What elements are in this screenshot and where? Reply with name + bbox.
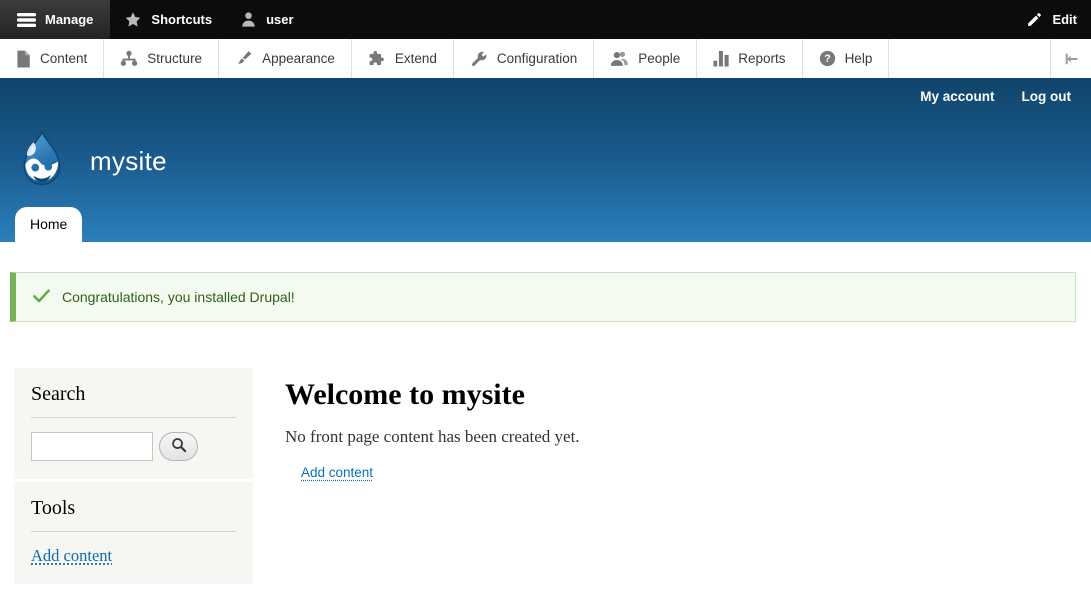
checkmark-icon — [33, 289, 50, 306]
toolbar-item-appearance[interactable]: Appearance — [219, 39, 352, 78]
toolbar-item-label: Structure — [147, 51, 202, 66]
toolbar-item-extend[interactable]: Extend — [352, 39, 454, 78]
content-icon — [16, 50, 31, 68]
wrench-icon — [470, 50, 488, 67]
magnifier-icon — [171, 437, 187, 456]
admin-toolbar-bar: Manage Shortcuts user Edit — [0, 0, 1091, 39]
admin-item-label: Shortcuts — [151, 12, 212, 27]
tools-add-content-link[interactable]: Add content — [31, 546, 112, 565]
toolbar-item-label: Content — [40, 51, 87, 66]
star-icon — [124, 11, 142, 28]
structure-icon — [120, 50, 138, 67]
admin-item-edit[interactable]: Edit — [1012, 0, 1091, 39]
search-input[interactable] — [31, 432, 153, 461]
toolbar-item-structure[interactable]: Structure — [104, 39, 219, 78]
add-content-link[interactable]: Add content — [301, 465, 373, 480]
toolbar-item-label: People — [638, 51, 680, 66]
admin-item-label: Manage — [45, 12, 93, 27]
user-icon — [240, 11, 257, 28]
tools-block: Tools Add content — [14, 482, 253, 584]
toolbar-orientation-toggle[interactable] — [1050, 39, 1091, 78]
search-block: Search — [14, 368, 253, 479]
toolbar-item-content[interactable]: Content — [0, 39, 104, 78]
block-divider — [31, 531, 236, 532]
tools-block-title: Tools — [31, 495, 236, 520]
toolbar-item-label: Configuration — [497, 51, 577, 66]
admin-item-label: Edit — [1052, 12, 1077, 27]
site-header: My account Log out mysite — [0, 78, 1091, 242]
people-icon — [610, 50, 629, 67]
main-content: Welcome to mysite No front page content … — [285, 368, 1015, 482]
page-title: Welcome to mysite — [285, 378, 1015, 412]
collapse-left-icon — [1062, 51, 1080, 67]
help-icon: ? — [819, 50, 836, 67]
tray-spacer — [889, 39, 1050, 78]
block-divider — [31, 417, 236, 418]
admin-item-user[interactable]: user — [226, 0, 307, 39]
toolbar-item-label: Help — [845, 51, 873, 66]
action-links: Add content — [301, 464, 1015, 482]
bar-chart-icon — [713, 50, 729, 67]
toolbar-item-label: Appearance — [262, 51, 335, 66]
search-block-title: Search — [31, 381, 236, 406]
admin-item-label: user — [266, 12, 293, 27]
toolbar-item-help[interactable]: ? Help — [803, 39, 890, 78]
search-button[interactable] — [159, 432, 198, 461]
toolbar-item-configuration[interactable]: Configuration — [454, 39, 594, 78]
admin-toolbar-tray: Content Structure Appearance Extend Conf… — [0, 39, 1091, 78]
toolbar-item-label: Reports — [738, 51, 785, 66]
empty-frontpage-text: No front page content has been created y… — [285, 427, 1015, 447]
search-form — [31, 432, 236, 461]
puzzle-icon — [368, 50, 386, 67]
site-name[interactable]: mysite — [90, 146, 167, 177]
hamburger-menu-icon — [17, 13, 36, 27]
admin-bar-spacer — [308, 0, 1013, 39]
toolbar-item-people[interactable]: People — [594, 39, 697, 78]
toolbar-item-reports[interactable]: Reports — [697, 39, 802, 78]
log-out-link[interactable]: Log out — [1022, 89, 1071, 104]
pencil-icon — [1026, 11, 1043, 28]
status-message: Congratulations, you installed Drupal! — [10, 272, 1076, 322]
secondary-menu: My account Log out — [920, 89, 1071, 104]
my-account-link[interactable]: My account — [920, 89, 994, 104]
toolbar-item-label: Extend — [395, 51, 437, 66]
svg-text:?: ? — [824, 53, 830, 65]
admin-item-manage[interactable]: Manage — [0, 0, 110, 39]
tab-home[interactable]: Home — [15, 207, 82, 242]
paintbrush-icon — [235, 50, 253, 67]
site-branding: mysite — [13, 130, 167, 193]
drupal-logo[interactable] — [13, 130, 71, 193]
status-message-text: Congratulations, you installed Drupal! — [62, 289, 295, 305]
admin-item-shortcuts[interactable]: Shortcuts — [110, 0, 226, 39]
